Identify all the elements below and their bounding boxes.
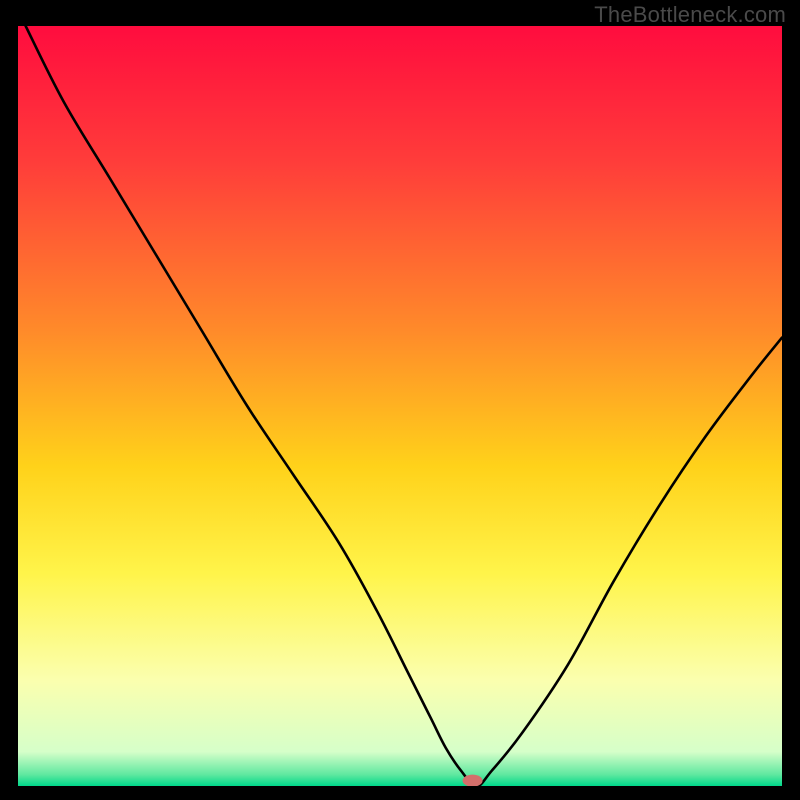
chart-frame: TheBottleneck.com (0, 0, 800, 800)
bottleneck-chart (18, 26, 782, 786)
watermark-text: TheBottleneck.com (594, 2, 786, 28)
gradient-background (18, 26, 782, 786)
plot-area (18, 26, 782, 786)
